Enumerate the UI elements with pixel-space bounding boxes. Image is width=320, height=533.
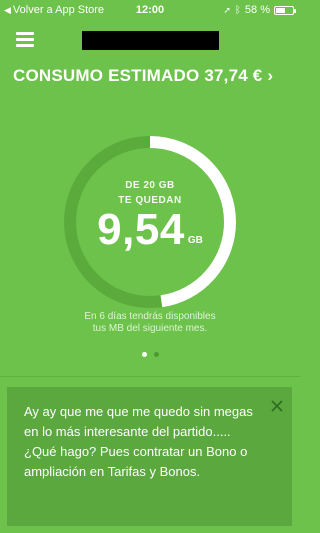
page-dot-2[interactable] xyxy=(153,352,159,357)
promo-card[interactable]: Ay ay que me que me quedo sin megas en l… xyxy=(7,387,292,526)
chevron-right-icon: › xyxy=(267,66,273,85)
battery-percent: 58 % xyxy=(244,4,270,16)
status-bar: ◀ Volver a App Store 12:00 ➚ ᛒ 58 % xyxy=(0,0,300,20)
redacted-title xyxy=(82,31,219,50)
divider xyxy=(0,376,300,377)
hamburger-menu-icon[interactable] xyxy=(16,32,34,48)
gauge-unit: GB xyxy=(187,235,203,246)
battery-icon xyxy=(274,5,296,15)
page-dot-1[interactable] xyxy=(141,352,147,357)
gauge-text: DE 20 GB TE QUEDAN 9,54 GB xyxy=(60,132,240,312)
gauge-total-label: DE 20 GB xyxy=(125,180,175,191)
renewal-note-line2: tus MB del siguiente mes. xyxy=(92,323,208,334)
page-indicator xyxy=(0,352,300,357)
close-icon[interactable] xyxy=(270,399,284,413)
renewal-note-line1: En 6 días tendrás disponibles xyxy=(84,311,216,322)
renewal-note: En 6 días tendrás disponibles tus MB del… xyxy=(0,311,300,335)
consumo-estimado-label: CONSUMO ESTIMADO 37,74 € xyxy=(13,66,263,85)
consumo-estimado-row[interactable]: CONSUMO ESTIMADO 37,74 € › xyxy=(0,66,300,90)
nav-bar xyxy=(0,28,300,58)
battery-fill xyxy=(276,7,286,13)
data-gauge[interactable]: DE 20 GB TE QUEDAN 9,54 GB xyxy=(0,132,300,312)
gauge-value: 9,54 xyxy=(97,205,185,254)
bluetooth-icon: ᛒ xyxy=(234,4,241,16)
promo-message: Ay ay que me que me quedo sin megas en l… xyxy=(24,404,253,479)
location-arrow-icon: ➚ xyxy=(223,4,231,15)
status-right: ➚ ᛒ 58 % xyxy=(223,4,296,16)
